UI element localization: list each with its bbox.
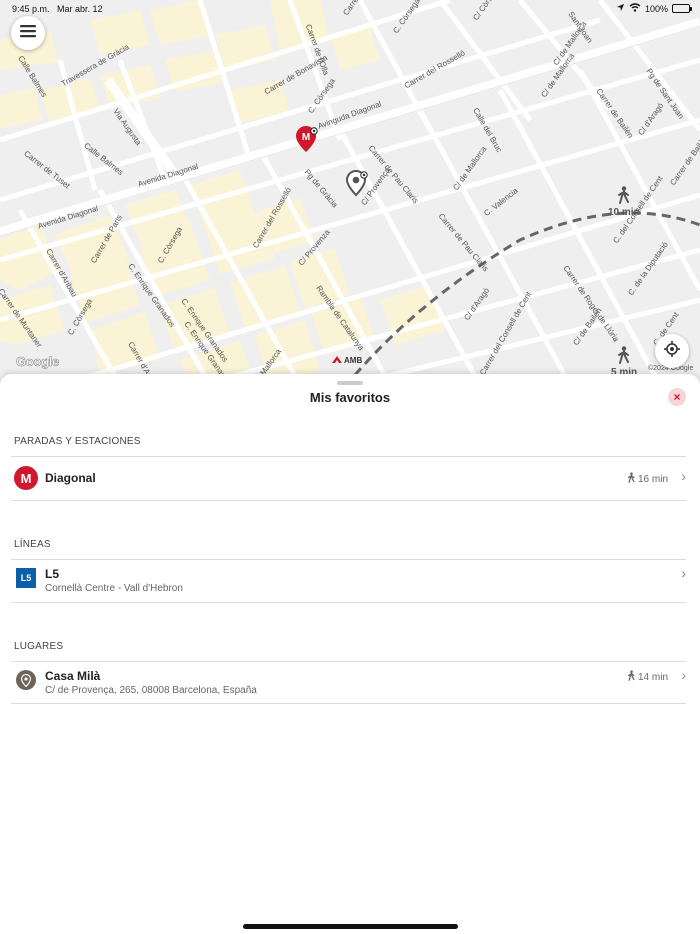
line-name: L5 (45, 567, 60, 581)
favorite-place-row[interactable]: Casa Milà C/ de Provença, 265, 08008 Bar… (11, 662, 700, 704)
close-icon: × (673, 390, 681, 404)
place-pin-icon (16, 670, 36, 690)
amb-marker: AMB (332, 355, 362, 366)
battery-percent: 100% (644, 3, 668, 14)
walking-person-icon (627, 670, 635, 684)
divider (11, 703, 686, 704)
crosshair-icon (664, 340, 680, 362)
my-location-button[interactable] (655, 334, 689, 368)
place-address: C/ de Provença, 265, 08008 Barcelona, Es… (45, 685, 257, 696)
battery-icon (672, 4, 692, 13)
chevron-right-icon: › (681, 565, 686, 581)
wifi-icon (629, 3, 641, 14)
divider (11, 602, 686, 603)
walking-person-icon (617, 186, 630, 207)
walking-person-icon (627, 472, 635, 486)
walk-time-far: 10 min (608, 186, 640, 218)
metro-station-marker[interactable]: M (296, 126, 320, 159)
stop-eta: 16 min (627, 472, 668, 486)
map-view[interactable]: 9:45 p.m. Mar abr. 12 100% Calle Balmes … (0, 0, 700, 385)
close-button[interactable]: × (668, 388, 686, 406)
menu-button[interactable] (11, 16, 45, 50)
section-title-stops: PARADAS Y ESTACIONES (14, 436, 141, 447)
hamburger-icon (20, 24, 36, 43)
line-route: Cornellà Centre - Vall d'Hebron (45, 583, 183, 594)
location-arrow-icon (616, 3, 625, 14)
metro-icon: M (14, 466, 38, 490)
place-eta-label: 14 min (637, 671, 668, 683)
status-date: Mar abr. 12 (57, 4, 103, 14)
google-logo: Google (16, 354, 60, 370)
place-name: Casa Milà (45, 669, 101, 683)
favorites-sheet: Mis favoritos × PARADAS Y ESTACIONES M D… (0, 374, 700, 934)
chevron-right-icon: › (681, 468, 686, 484)
divider (11, 500, 686, 501)
sheet-grabber[interactable] (337, 381, 363, 385)
stop-name: Diagonal (45, 471, 96, 485)
walk-time-far-label: 10 min (608, 207, 640, 218)
status-indicators: 100% (616, 3, 692, 14)
place-marker[interactable] (345, 169, 370, 203)
amb-label: AMB (344, 356, 363, 365)
home-indicator[interactable] (243, 924, 458, 929)
favorite-line-row[interactable]: L5 L5 Cornellà Centre - Vall d'Hebron › (11, 560, 700, 602)
chevron-right-icon: › (681, 667, 686, 683)
section-title-places: LUGARES (14, 641, 64, 652)
line-badge: L5 (16, 568, 36, 588)
section-title-lines: LÍNEAS (14, 539, 51, 550)
svg-text:M: M (302, 132, 310, 143)
sheet-title: Mis favoritos (309, 390, 391, 405)
place-eta: 14 min (627, 670, 668, 684)
amb-logo-icon (332, 355, 342, 366)
stop-eta-label: 16 min (637, 473, 668, 485)
status-time: 9:45 p.m. (12, 4, 50, 14)
favorite-stop-row[interactable]: M Diagonal 16 min › (11, 457, 700, 499)
walking-person-icon (618, 346, 630, 367)
